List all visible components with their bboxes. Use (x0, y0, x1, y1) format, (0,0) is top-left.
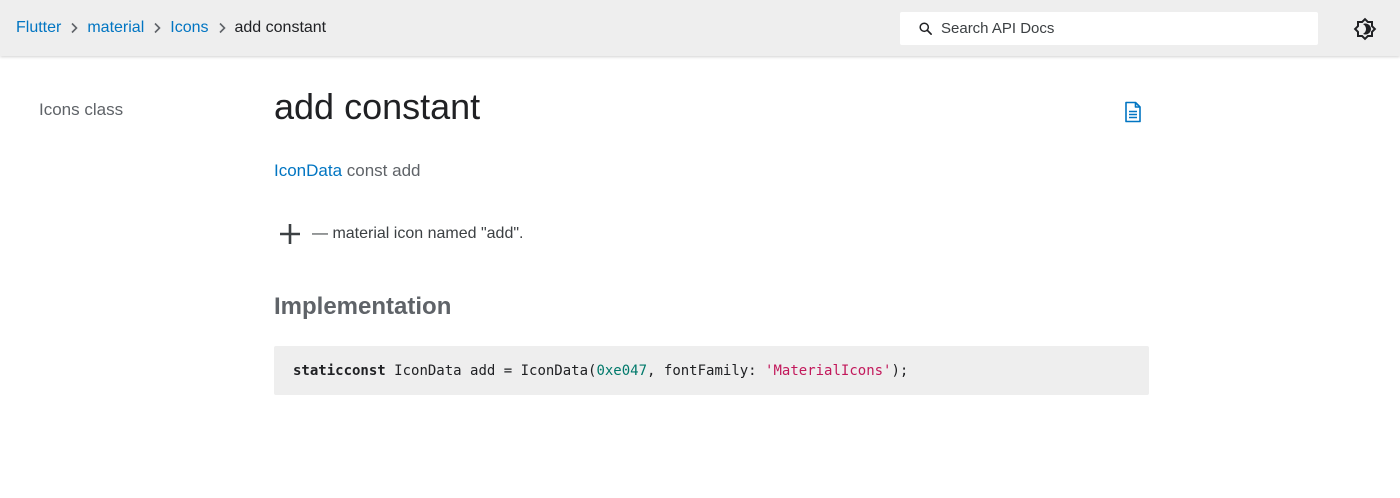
search-icon (918, 21, 933, 36)
description-text: — material icon named "add". (312, 225, 524, 242)
code-text: , fontFamily: (647, 362, 766, 379)
chevron-right-icon (218, 22, 226, 34)
page-title: add constant (274, 86, 481, 127)
breadcrumb-current: add constant (234, 19, 327, 36)
document-icon[interactable] (1124, 101, 1142, 128)
search-input[interactable] (941, 20, 1301, 37)
search-box[interactable] (900, 12, 1318, 45)
top-header: Flutter material Icons add constant (0, 0, 1400, 56)
type-link-icondata[interactable]: IconData (274, 161, 342, 180)
chevron-right-icon (70, 22, 78, 34)
add-icon (278, 222, 302, 246)
implementation-heading: Implementation (274, 293, 452, 320)
code-text: IconData add = IconData( (385, 362, 597, 379)
code-number: 0xe047 (596, 362, 648, 379)
code-string: 'MaterialIcons' (765, 362, 892, 379)
breadcrumb: Flutter material Icons add constant (16, 0, 326, 56)
brightness-toggle-icon[interactable] (1352, 16, 1378, 42)
description: — material icon named "add". (278, 222, 523, 246)
breadcrumb-icons[interactable]: Icons (170, 19, 208, 37)
code-keyword-const: const (343, 362, 386, 379)
signature-rest: const add (342, 161, 421, 180)
code-block: static const IconData add = IconData(0xe… (274, 346, 1149, 395)
breadcrumb-flutter[interactable]: Flutter (16, 19, 61, 37)
constant-signature: IconData const add (274, 161, 421, 181)
breadcrumb-material[interactable]: material (87, 19, 144, 37)
chevron-right-icon (153, 22, 161, 34)
sidebar-class-link[interactable]: Icons class (39, 100, 123, 120)
code-text: ); (891, 362, 909, 379)
code-keyword-static: static (293, 362, 344, 379)
